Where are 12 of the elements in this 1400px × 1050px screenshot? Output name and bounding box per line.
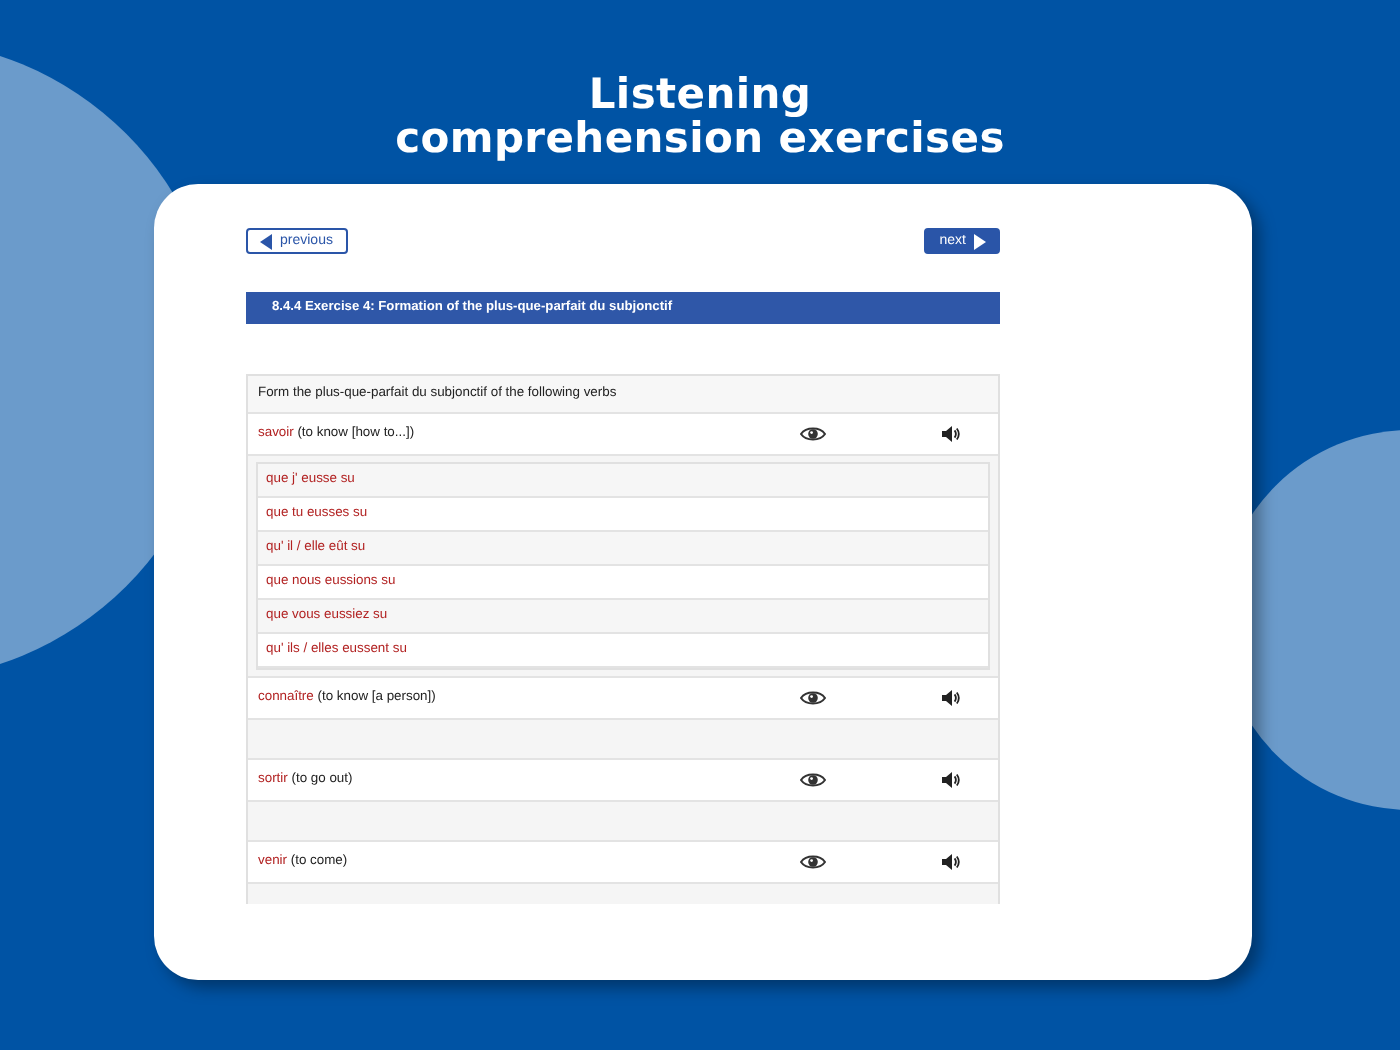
page-title: Listening	[588, 72, 812, 116]
speaker-icon[interactable]	[942, 853, 960, 870]
eye-icon[interactable]	[800, 425, 826, 442]
eye-icon[interactable]	[800, 771, 826, 788]
eye-icon[interactable]	[800, 689, 826, 706]
speaker-icon[interactable]	[942, 689, 960, 706]
speaker-icon[interactable]	[942, 425, 960, 442]
speaker-icon[interactable]	[942, 771, 960, 788]
page-title: comprehension exercises	[395, 116, 1005, 160]
left-triangle-icon	[260, 233, 272, 249]
eye-icon[interactable]	[800, 853, 826, 870]
right-triangle-icon	[974, 233, 986, 249]
